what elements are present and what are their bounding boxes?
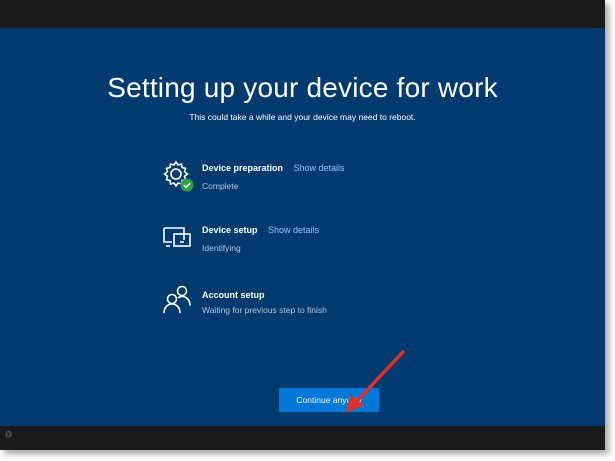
step-title: Account setup (202, 290, 265, 300)
step-status: Identifying (202, 243, 241, 253)
step-status: Waiting for previous step to finish (202, 305, 327, 315)
show-details-link[interactable]: Show details (293, 163, 344, 173)
gear-check-icon (163, 160, 194, 192)
annotation-arrow-icon (346, 350, 405, 413)
screenshot-frame: Setting up your device for work This cou… (0, 0, 605, 450)
page-title: Setting up your device for work (107, 72, 498, 103)
step-device-preparation: Device preparation Show details Complete (160, 158, 480, 198)
step-status: Complete (202, 181, 239, 191)
step-text: Device setup Show details Identifying (202, 220, 319, 253)
step-device-setup: Device setup Show details Identifying (160, 220, 480, 260)
page-subtitle: This could take a while and your device … (189, 112, 416, 122)
step-text: Device preparation Show details Complete (202, 158, 345, 191)
accessibility-icon[interactable]: ♲ (4, 430, 13, 441)
step-account-setup: Account setup Waiting for previous step … (160, 282, 480, 322)
setup-screen: Setting up your device for work This cou… (0, 28, 605, 426)
device-icon (163, 227, 191, 247)
step-text: Account setup Waiting for previous step … (202, 285, 327, 315)
account-icon (163, 285, 191, 314)
step-title: Device setup (202, 225, 258, 235)
step-title: Device preparation (202, 163, 284, 173)
show-details-link[interactable]: Show details (268, 225, 319, 235)
